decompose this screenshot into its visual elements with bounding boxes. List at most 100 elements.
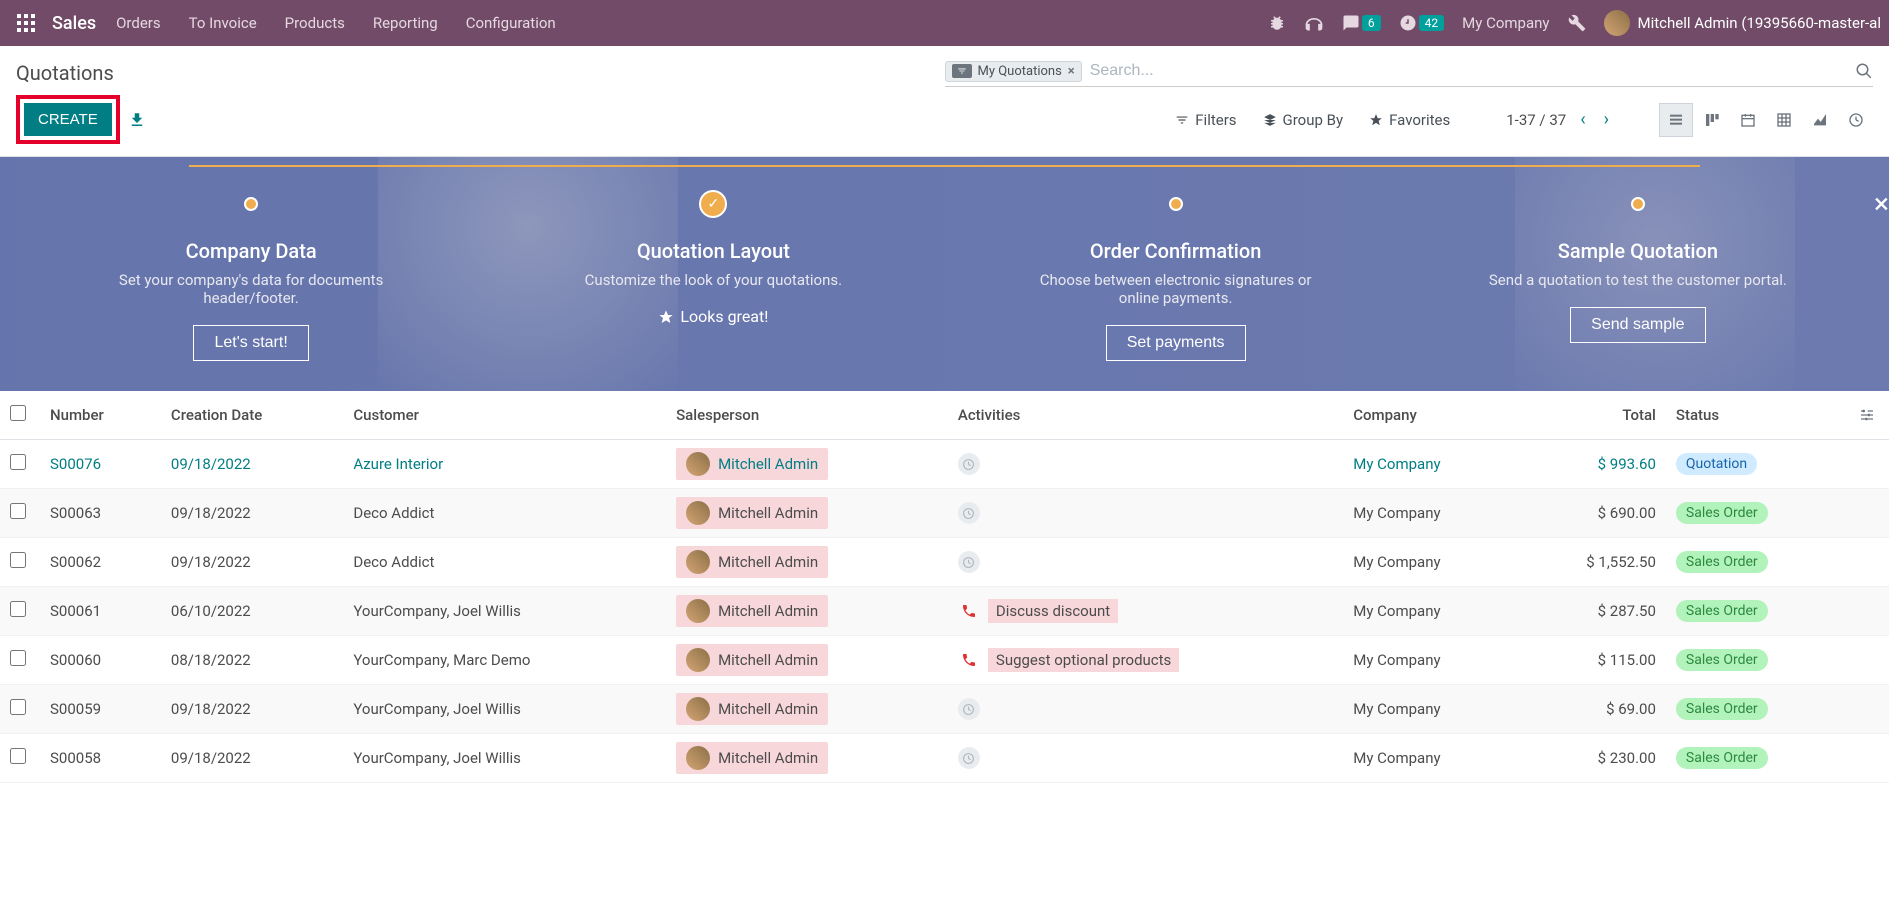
cell-customer[interactable]: YourCompany, Joel Willis: [343, 734, 666, 783]
view-activity-icon[interactable]: [1839, 103, 1873, 137]
clock-icon[interactable]: [958, 502, 980, 524]
filter-chip-remove[interactable]: ×: [1068, 64, 1075, 79]
col-number[interactable]: Number: [40, 391, 161, 440]
cell-activities[interactable]: [948, 685, 1343, 734]
view-list-icon[interactable]: [1659, 103, 1693, 137]
cell-number[interactable]: S00061: [40, 587, 161, 636]
cell-number[interactable]: S00058: [40, 734, 161, 783]
company-selector[interactable]: My Company: [1462, 14, 1549, 32]
cell-salesperson[interactable]: Mitchell Admin: [666, 489, 948, 538]
discuss-icon[interactable]: 6: [1342, 14, 1381, 32]
nav-to-invoice[interactable]: To Invoice: [189, 14, 257, 32]
nav-reporting[interactable]: Reporting: [373, 14, 438, 32]
pager-text[interactable]: 1-37 / 37: [1506, 111, 1566, 129]
clock-icon[interactable]: [958, 698, 980, 720]
search-input[interactable]: [1082, 58, 1855, 84]
favorites-dropdown[interactable]: Favorites: [1369, 111, 1450, 129]
search-bar[interactable]: My Quotations ×: [945, 58, 1874, 87]
cell-customer[interactable]: Deco Addict: [343, 489, 666, 538]
clock-icon[interactable]: [958, 747, 980, 769]
step-action-button[interactable]: Set payments: [1106, 325, 1246, 361]
col-customer[interactable]: Customer: [343, 391, 666, 440]
nav-orders[interactable]: Orders: [116, 14, 161, 32]
view-kanban-icon[interactable]: [1695, 103, 1729, 137]
view-pivot-icon[interactable]: [1767, 103, 1801, 137]
columns-settings-icon[interactable]: [1859, 407, 1879, 423]
search-icon[interactable]: [1855, 62, 1873, 80]
clock-icon[interactable]: [958, 453, 980, 475]
col-total[interactable]: Total: [1519, 391, 1666, 440]
table-row[interactable]: S0005809/18/2022YourCompany, Joel Willis…: [0, 734, 1889, 783]
table-row[interactable]: S0006209/18/2022Deco AddictMitchell Admi…: [0, 538, 1889, 587]
col-date[interactable]: Creation Date: [161, 391, 343, 440]
step-action-button[interactable]: Send sample: [1570, 307, 1705, 343]
cell-number[interactable]: S00076: [40, 440, 161, 489]
cell-customer[interactable]: YourCompany, Joel Willis: [343, 587, 666, 636]
cell-customer[interactable]: YourCompany, Joel Willis: [343, 685, 666, 734]
groupby-dropdown[interactable]: Group By: [1263, 111, 1344, 129]
row-checkbox[interactable]: [10, 748, 26, 764]
clock-icon[interactable]: [958, 551, 980, 573]
cell-customer[interactable]: Deco Addict: [343, 538, 666, 587]
activities-icon[interactable]: 42: [1399, 14, 1445, 32]
filters-dropdown[interactable]: Filters: [1175, 111, 1236, 129]
cell-activities[interactable]: [948, 538, 1343, 587]
row-checkbox[interactable]: [10, 454, 26, 470]
step-done-label[interactable]: Looks great!: [482, 307, 944, 326]
create-button[interactable]: CREATE: [24, 103, 112, 136]
cell-number[interactable]: S00063: [40, 489, 161, 538]
activity-text[interactable]: Discuss discount: [988, 599, 1118, 623]
cell-salesperson[interactable]: Mitchell Admin: [666, 440, 948, 489]
view-graph-icon[interactable]: [1803, 103, 1837, 137]
cell-number[interactable]: S00062: [40, 538, 161, 587]
apps-menu-icon[interactable]: [8, 14, 44, 32]
col-status[interactable]: Status: [1666, 391, 1849, 440]
row-checkbox[interactable]: [10, 699, 26, 715]
filter-chip-my-quotations[interactable]: My Quotations ×: [945, 61, 1082, 82]
nav-products[interactable]: Products: [285, 14, 345, 32]
phone-icon[interactable]: [958, 600, 980, 622]
cell-customer[interactable]: Azure Interior: [343, 440, 666, 489]
import-button[interactable]: [128, 111, 146, 129]
cell-activities[interactable]: [948, 489, 1343, 538]
cell-activities[interactable]: [948, 734, 1343, 783]
cell-salesperson[interactable]: Mitchell Admin: [666, 538, 948, 587]
debug-icon[interactable]: [1268, 14, 1286, 32]
app-title[interactable]: Sales: [52, 13, 96, 34]
table-row[interactable]: S0005909/18/2022YourCompany, Joel Willis…: [0, 685, 1889, 734]
cell-salesperson[interactable]: Mitchell Admin: [666, 636, 948, 685]
activity-text[interactable]: Suggest optional products: [988, 648, 1179, 672]
step-action-button[interactable]: Let's start!: [193, 325, 308, 361]
table-row[interactable]: S0006309/18/2022Deco AddictMitchell Admi…: [0, 489, 1889, 538]
cell-customer[interactable]: YourCompany, Marc Demo: [343, 636, 666, 685]
filter-chip-label: My Quotations: [978, 64, 1062, 79]
row-checkbox[interactable]: [10, 503, 26, 519]
nav-configuration[interactable]: Configuration: [466, 14, 556, 32]
select-all-checkbox[interactable]: [10, 405, 26, 421]
table-row[interactable]: S0007609/18/2022Azure InteriorMitchell A…: [0, 440, 1889, 489]
col-activities[interactable]: Activities: [948, 391, 1343, 440]
row-checkbox[interactable]: [10, 601, 26, 617]
pager-next[interactable]: ›: [1600, 109, 1613, 130]
pager-prev[interactable]: ‹: [1576, 109, 1589, 130]
close-onboarding-icon[interactable]: ×: [1874, 187, 1889, 220]
table-row[interactable]: S0006106/10/2022YourCompany, Joel Willis…: [0, 587, 1889, 636]
support-icon[interactable]: [1304, 14, 1324, 32]
user-menu[interactable]: Mitchell Admin (19395660-master-al: [1604, 10, 1881, 36]
phone-icon[interactable]: [958, 649, 980, 671]
cell-activities[interactable]: Suggest optional products: [948, 636, 1343, 685]
row-checkbox[interactable]: [10, 650, 26, 666]
view-calendar-icon[interactable]: [1731, 103, 1765, 137]
cell-activities[interactable]: Discuss discount: [948, 587, 1343, 636]
table-row[interactable]: S0006008/18/2022YourCompany, Marc DemoMi…: [0, 636, 1889, 685]
debug-tools-icon[interactable]: [1568, 14, 1586, 32]
cell-salesperson[interactable]: Mitchell Admin: [666, 587, 948, 636]
cell-activities[interactable]: [948, 440, 1343, 489]
col-company[interactable]: Company: [1343, 391, 1519, 440]
col-salesperson[interactable]: Salesperson: [666, 391, 948, 440]
cell-salesperson[interactable]: Mitchell Admin: [666, 685, 948, 734]
cell-salesperson[interactable]: Mitchell Admin: [666, 734, 948, 783]
row-checkbox[interactable]: [10, 552, 26, 568]
cell-number[interactable]: S00059: [40, 685, 161, 734]
cell-number[interactable]: S00060: [40, 636, 161, 685]
